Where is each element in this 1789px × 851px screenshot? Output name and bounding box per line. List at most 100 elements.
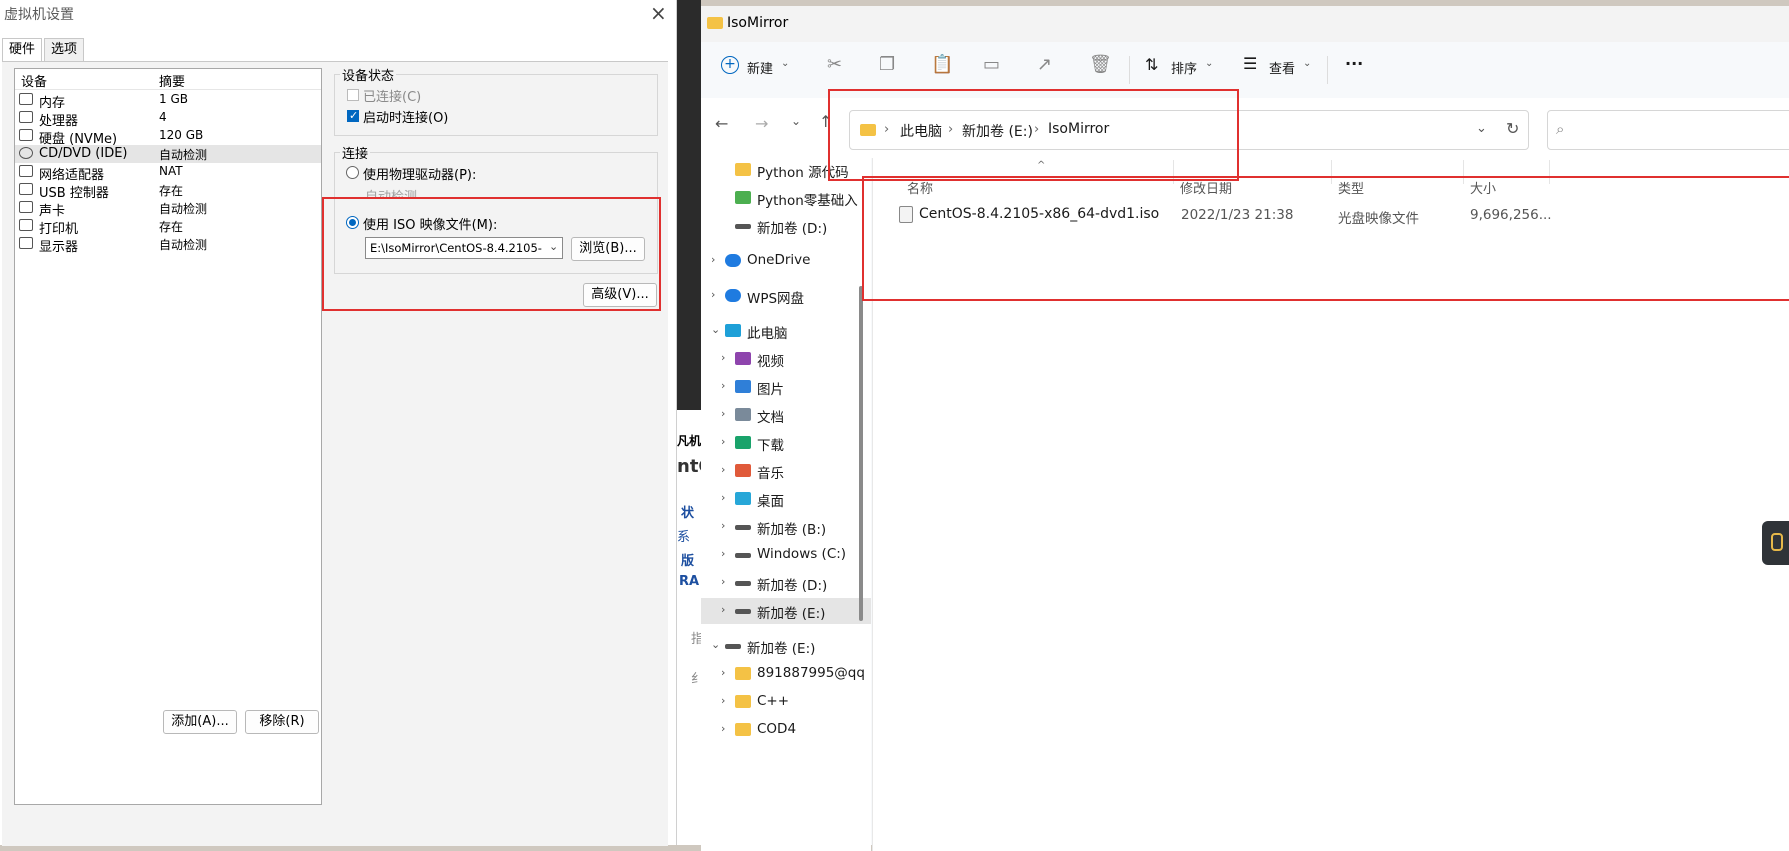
device-row-cddvd[interactable]: CD/DVD (IDE) 自动检测 — [15, 145, 321, 163]
device-list-header: 设备 摘要 — [15, 69, 321, 90]
chevron-right-icon[interactable]: › — [721, 435, 725, 448]
sort-icon[interactable]: ⇅ — [1145, 55, 1158, 74]
device-list[interactable]: 设备 摘要 内存 1 GB 处理器 4 硬盘 (NVMe) 120 GB CD/DVD… — [14, 68, 322, 805]
refresh-icon[interactable]: ↻ — [1506, 119, 1519, 138]
device-row-memory[interactable]: 内存 1 GB — [15, 91, 321, 111]
device-row-display[interactable]: 显示器 自动检测 — [15, 235, 321, 255]
copy-icon[interactable]: ❐ — [879, 54, 895, 75]
chevron-right-icon[interactable]: › — [721, 351, 725, 364]
nav-item[interactable]: › 新加卷 (B:) — [701, 514, 871, 540]
nav-item[interactable]: › COD4 — [701, 717, 871, 743]
chevron-right-icon[interactable]: › — [711, 288, 715, 301]
chevron-down-icon[interactable]: ⌄ — [711, 638, 720, 651]
back-icon[interactable]: ← — [715, 114, 728, 133]
bg-fragment: 状 — [681, 506, 695, 521]
nav-item[interactable]: › Windows (C:) — [701, 542, 871, 568]
device-summary: 自动检测 — [159, 202, 208, 216]
highlight-box-address — [828, 89, 1239, 181]
nav-item[interactable]: › 新加卷 (E:) — [701, 598, 871, 624]
more-button[interactable]: ··· — [1345, 54, 1363, 73]
device-row-printer[interactable]: 打印机 存在 — [15, 217, 321, 237]
chevron-right-icon[interactable]: › — [721, 694, 725, 707]
nav-item[interactable]: › 新加卷 (D:) — [701, 570, 871, 596]
nav-item[interactable]: › 音乐 — [701, 458, 871, 484]
forward-icon[interactable]: → — [755, 114, 768, 133]
nav-item[interactable]: › WPS网盘 — [701, 283, 871, 309]
widget-icon — [1771, 533, 1783, 551]
chevron-down-icon[interactable]: ⌄ — [711, 323, 720, 336]
device-row-processor[interactable]: 处理器 4 — [15, 109, 321, 129]
remove-button[interactable]: 移除(R) — [245, 710, 319, 734]
view-button[interactable]: 查看 — [1269, 58, 1295, 77]
search-box[interactable]: ⌕ — [1547, 110, 1789, 150]
nav-item-label: COD4 — [757, 721, 797, 737]
device-row-harddisk[interactable]: 硬盘 (NVMe) 120 GB — [15, 127, 321, 147]
address-dropdown-icon[interactable]: ⌄ — [1476, 121, 1487, 136]
tab-options[interactable]: 选项 — [44, 38, 85, 61]
nav-item[interactable]: › 文档 — [701, 402, 871, 428]
nav-item[interactable]: › OneDrive — [701, 248, 871, 274]
nav-item[interactable]: › 下载 — [701, 430, 871, 456]
printer-icon — [19, 219, 33, 231]
connect-on-start-checkbox[interactable] — [347, 109, 359, 122]
device-row-sound[interactable]: 声卡 自动检测 — [15, 199, 321, 219]
new-icon[interactable]: + — [721, 56, 739, 74]
chevron-right-icon[interactable]: › — [721, 491, 725, 504]
drive-icon — [725, 644, 741, 649]
nav-item[interactable]: 新加卷 (D:) — [701, 213, 871, 239]
chevron-right-icon[interactable]: › — [721, 666, 725, 679]
drive-icon — [735, 525, 751, 530]
device-row-network[interactable]: 网络适配器 NAT — [15, 163, 321, 183]
nav-item[interactable]: ⌄ 此电脑 — [701, 318, 871, 344]
desktop-icon — [735, 492, 751, 505]
chevron-down-icon: ⌄ — [1303, 58, 1312, 69]
nav-item-label: 下载 — [757, 438, 784, 454]
drive-icon — [735, 224, 751, 229]
nav-item[interactable]: › 图片 — [701, 374, 871, 400]
connected-checkbox[interactable] — [347, 89, 359, 101]
nav-item[interactable]: › C++ — [701, 689, 871, 715]
chevron-right-icon[interactable]: › — [721, 575, 725, 588]
explorer-titlebar: IsoMirror — [701, 6, 1789, 42]
close-icon[interactable]: × — [650, 1, 667, 25]
sort-button[interactable]: 排序 — [1171, 58, 1197, 77]
chevron-right-icon[interactable]: › — [721, 603, 725, 616]
chevron-right-icon[interactable]: › — [721, 519, 725, 532]
new-button[interactable]: 新建 — [747, 58, 773, 77]
chevron-right-icon[interactable]: › — [721, 722, 725, 735]
nav-item[interactable]: Python零基础入 — [701, 185, 871, 211]
nav-item-label: WPS网盘 — [747, 291, 805, 307]
chevron-right-icon[interactable]: › — [721, 463, 725, 476]
add-button[interactable]: 添加(A)... — [163, 710, 237, 734]
column-device[interactable]: 设备 — [21, 71, 47, 90]
chevron-down-icon: ⌄ — [1205, 58, 1214, 69]
view-icon[interactable]: ☰ — [1243, 54, 1257, 73]
chevron-right-icon[interactable]: › — [721, 407, 725, 420]
delete-icon[interactable]: 🗑 — [1089, 54, 1112, 75]
device-row-usb[interactable]: USB 控制器 存在 — [15, 181, 321, 201]
tab-hardware[interactable]: 硬件 — [2, 38, 43, 61]
background-window: 凡机 ntC 状 系 版 RA 指 纟 — [677, 410, 712, 845]
recent-chevron-icon[interactable]: ⌄ — [791, 114, 801, 128]
cut-icon[interactable]: ✂ — [827, 54, 842, 75]
physical-drive-select[interactable]: 自动检测 — [365, 184, 645, 198]
chevron-right-icon[interactable]: › — [721, 547, 725, 560]
physical-drive-radio[interactable] — [346, 166, 359, 179]
vm-settings-window: 虚拟机设置 × 硬件 选项 设备 摘要 内存 1 GB 处理器 4 硬盘 (NVMe… — [0, 0, 677, 846]
file-explorer-window: IsoMirror + 新建 ⌄ ✂ ❐ 📋 ▭ ↗ 🗑 ⇅ 排序 ⌄ ☰ 查看… — [701, 6, 1789, 851]
device-status-title: 设备状态 — [340, 65, 397, 84]
floating-widget[interactable] — [1762, 521, 1789, 565]
speaker-icon — [19, 201, 33, 213]
chevron-right-icon[interactable]: › — [721, 379, 725, 392]
nav-item[interactable]: › 891887995@qq — [701, 661, 871, 687]
nav-item[interactable]: › 桌面 — [701, 486, 871, 512]
share-icon[interactable]: ↗ — [1037, 54, 1052, 75]
nav-item[interactable]: ⌄ 新加卷 (E:) — [701, 633, 871, 659]
explorer-title: IsoMirror — [727, 15, 789, 31]
rename-icon[interactable]: ▭ — [983, 54, 1000, 75]
chevron-right-icon[interactable]: › — [711, 253, 715, 266]
nav-scrollbar[interactable] — [859, 286, 863, 621]
nav-item[interactable]: › 视频 — [701, 346, 871, 372]
column-summary[interactable]: 摘要 — [159, 71, 185, 90]
paste-icon[interactable]: 📋 — [931, 54, 953, 75]
